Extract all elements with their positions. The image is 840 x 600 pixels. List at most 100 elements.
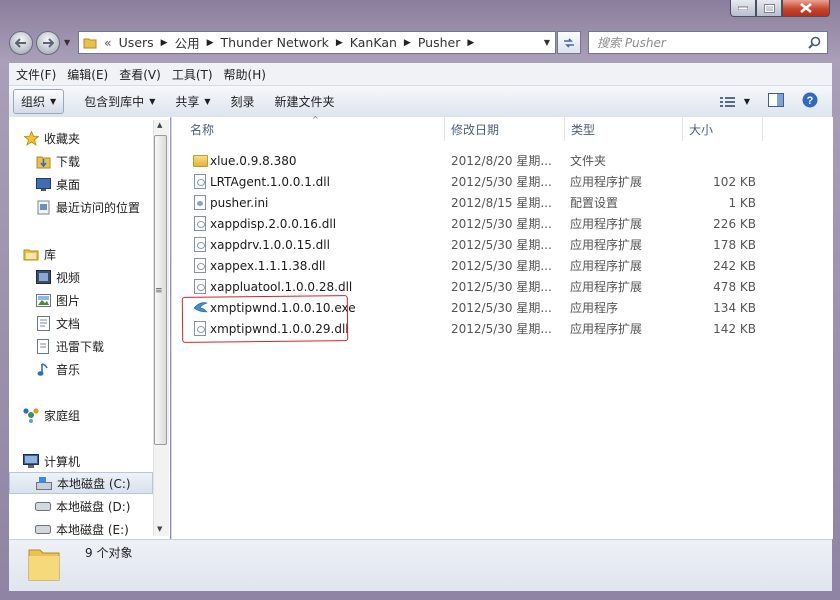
nav-thunder-downloads[interactable]: 迅雷下载 (35, 335, 170, 357)
nav-homegroup[interactable]: 家庭组 (23, 404, 168, 426)
nav-drive-d-label: 本地磁盘 (D:) (56, 499, 131, 514)
nav-pictures[interactable]: 图片 (35, 289, 170, 311)
address-dropdown-icon[interactable]: ▼ (544, 38, 550, 47)
nav-desktop[interactable]: 桌面 (35, 173, 170, 195)
breadcrumb-users[interactable]: Users (119, 35, 154, 50)
address-bar[interactable]: « Users ▶ 公用 ▶ Thunder Network ▶ KanKan ▶ Pu… (78, 31, 556, 54)
menu-help[interactable]: 帮助(H) (224, 66, 266, 83)
window-caption-buttons (730, 0, 836, 18)
menu-file[interactable]: 文件(F) (16, 66, 56, 83)
file-row[interactable]: LRTAgent.1.0.0.1.dll 2012/5/30 星期... 应用程序扩… (172, 171, 772, 192)
file-date: 2012/5/30 星期... (451, 259, 552, 273)
search-input[interactable]: 搜索 Pusher (588, 31, 828, 54)
status-item-count: 9 个对象 (85, 546, 133, 560)
breadcrumb-kankan[interactable]: KanKan (350, 35, 397, 50)
file-date: 2012/8/15 星期... (451, 196, 552, 210)
file-date: 2012/5/30 星期... (451, 175, 552, 189)
chevron-right-icon[interactable]: ▶ (336, 38, 343, 48)
column-header-name[interactable]: 名称 ^ (184, 115, 445, 141)
chevron-right-icon[interactable]: ▶ (404, 38, 411, 48)
nav-drive-c-label: 本地磁盘 (C:) (57, 476, 131, 491)
hard-drive-icon (35, 521, 51, 537)
music-icon (35, 361, 51, 377)
minimize-button[interactable] (730, 0, 756, 17)
chevron-right-icon[interactable]: ▶ (207, 38, 214, 48)
column-header-type[interactable]: 类型 (565, 117, 683, 141)
file-row[interactable]: xlue.0.9.8.380 2012/8/20 星期... 文件夹 (172, 150, 772, 171)
nav-pictures-label: 图片 (56, 293, 81, 308)
config-file-icon (192, 195, 208, 211)
chevron-down-icon: ▼ (149, 97, 156, 106)
breadcrumb-pusher[interactable]: Pusher (418, 35, 461, 50)
nav-thunder-downloads-label: 迅雷下载 (56, 339, 105, 354)
file-name: pusher.ini (210, 195, 269, 210)
scroll-down-icon[interactable]: ▼ (157, 525, 162, 533)
maximize-icon (763, 3, 775, 13)
file-row[interactable]: xappdrv.1.0.0.15.dll 2012/5/30 星期... 应用程序扩… (172, 234, 772, 255)
file-name: xappdrv.1.0.0.15.dll (210, 237, 330, 252)
new-folder-button[interactable]: 新建文件夹 (275, 93, 335, 110)
share-label: 共享 (175, 95, 200, 109)
menu-edit[interactable]: 编辑(E) (67, 66, 108, 83)
organize-button[interactable]: 组织 ▼ (13, 89, 65, 114)
file-type: 配置设置 (570, 196, 619, 210)
share-button[interactable]: 共享 ▼ (175, 93, 210, 110)
maximize-button[interactable] (756, 0, 782, 17)
file-row[interactable]: xappex.1.1.1.38.dll 2012/5/30 星期... 应用程序扩展… (172, 255, 772, 276)
column-header-size[interactable]: 大小 (683, 117, 763, 141)
nav-favorites[interactable]: 收藏夹 (23, 127, 168, 149)
file-date: 2012/5/30 星期... (451, 238, 552, 252)
nav-recent-places[interactable]: 最近访问的位置 (35, 196, 170, 218)
nav-drive-c[interactable]: 本地磁盘 (C:) (9, 472, 153, 494)
preview-pane-button[interactable] (768, 93, 784, 110)
nav-computer[interactable]: 计算机 (23, 450, 168, 472)
file-row[interactable]: xappluatool.1.0.0.28.dll 2012/5/30 星期... 应… (172, 276, 772, 297)
nav-libraries[interactable]: 库 (23, 243, 168, 265)
menu-view[interactable]: 查看(V) (119, 66, 161, 83)
help-button[interactable]: ? (802, 92, 818, 111)
star-icon (23, 130, 39, 146)
breadcrumb-overflow[interactable]: « (104, 35, 112, 50)
column-header-date[interactable]: 修改日期 (445, 117, 565, 141)
file-row[interactable]: pusher.ini 2012/8/15 星期... 配置设置 1 KB (172, 192, 772, 213)
nav-documents[interactable]: 文档 (35, 312, 170, 334)
nav-drive-e[interactable]: 本地磁盘 (E:) (35, 518, 170, 539)
scroll-up-icon[interactable]: ▲ (157, 121, 162, 129)
forward-button[interactable] (36, 31, 60, 55)
nav-drive-e-label: 本地磁盘 (E:) (56, 522, 129, 537)
chevron-right-icon[interactable]: ▶ (161, 38, 168, 48)
file-date: 2012/5/30 星期... (451, 301, 552, 315)
nav-drive-d[interactable]: 本地磁盘 (D:) (35, 495, 170, 517)
nav-homegroup-label: 家庭组 (44, 408, 81, 423)
breadcrumb-thunder-network[interactable]: Thunder Network (221, 35, 329, 50)
include-library-button[interactable]: 包含到库中 ▼ (84, 93, 155, 110)
organize-label: 组织 (21, 95, 46, 109)
nav-downloads[interactable]: 下载 (35, 150, 170, 172)
file-type: 应用程序扩展 (570, 217, 643, 231)
nav-music[interactable]: 音乐 (35, 358, 170, 380)
arrow-left-icon (15, 38, 26, 48)
refresh-button[interactable] (557, 31, 581, 54)
command-toolbar: 组织 ▼ 包含到库中 ▼ 共享 ▼ 刻录 新建文件夹 ▼ ? (9, 86, 832, 118)
desktop-icon (35, 176, 51, 192)
back-button[interactable] (9, 31, 33, 55)
column-date-label: 修改日期 (451, 122, 500, 137)
dll-file-icon (192, 216, 208, 232)
svg-text:?: ? (807, 95, 814, 107)
breadcrumb-public[interactable]: 公用 (175, 33, 200, 52)
nav-videos[interactable]: 视频 (35, 266, 170, 288)
file-size: 478 KB (713, 279, 756, 294)
burn-button[interactable]: 刻录 (231, 93, 255, 110)
menu-tools[interactable]: 工具(T) (172, 66, 213, 83)
minimize-icon (738, 6, 748, 10)
file-row[interactable]: xappdisp.2.0.0.16.dll 2012/5/30 星期... 应用程序… (172, 213, 772, 234)
nav-favorites-label: 收藏夹 (44, 131, 81, 146)
computer-icon (23, 453, 39, 469)
file-date: 2012/5/30 星期... (451, 217, 552, 231)
nav-music-label: 音乐 (56, 362, 81, 377)
chevron-right-icon[interactable]: ▶ (467, 38, 474, 48)
close-button[interactable] (782, 0, 830, 17)
drive-windows-icon (36, 475, 52, 491)
recent-pages-dropdown[interactable]: ▼ (64, 38, 70, 47)
change-view-button[interactable]: ▼ (719, 96, 750, 108)
